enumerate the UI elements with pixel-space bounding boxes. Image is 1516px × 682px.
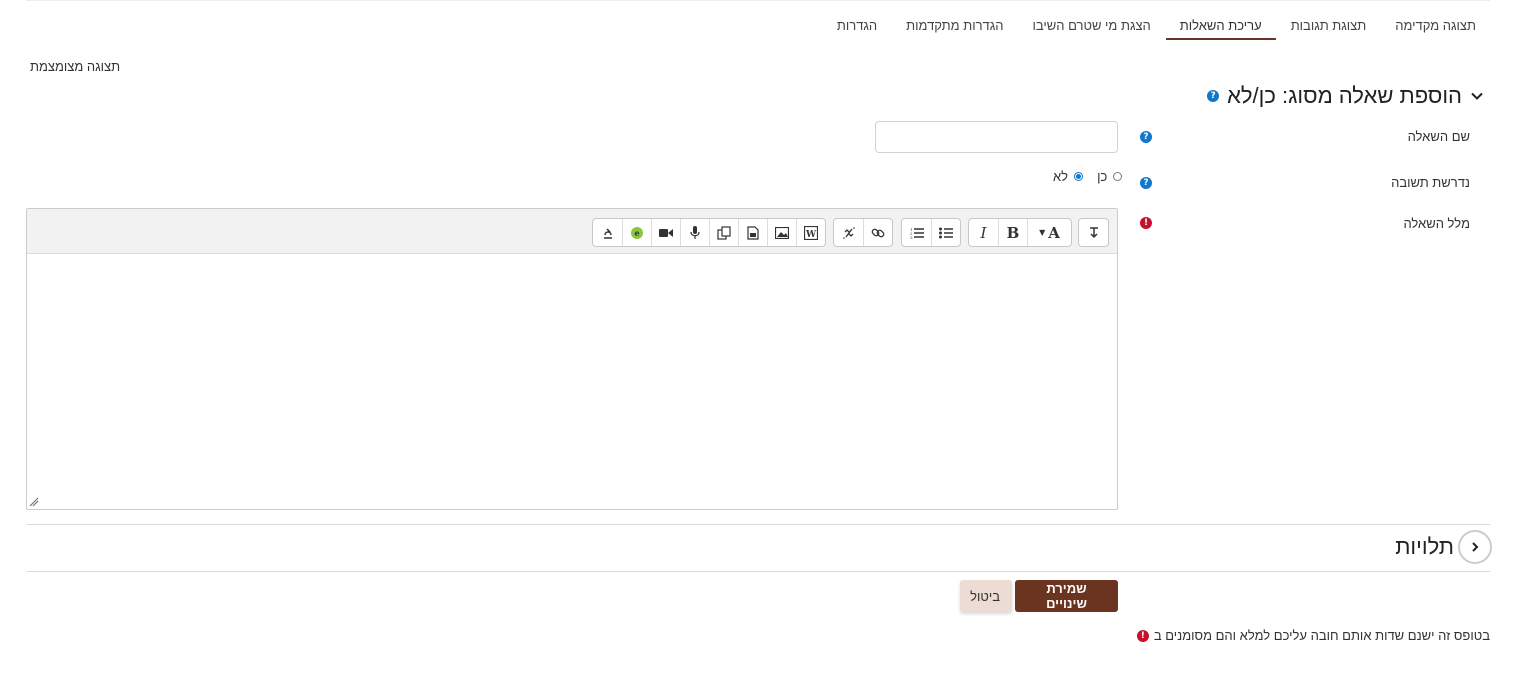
tab-advanced-settings[interactable]: הגדרות מתקדמות — [892, 12, 1017, 40]
question-name-help-icon[interactable]: ? — [1140, 131, 1152, 143]
record-audio-icon[interactable] — [680, 219, 709, 246]
question-help-icon[interactable]: ? — [1207, 90, 1220, 102]
image-icon[interactable] — [767, 219, 796, 246]
compact-view-link[interactable]: תצוגה מצומצמת — [30, 59, 120, 74]
required-note-text: בטופס זה ישנם שדות אותם חובה עליכם למלא … — [1153, 628, 1490, 643]
question-name-label: שם השאלה — [1407, 129, 1470, 144]
toolbar-group-lists: 123 — [901, 218, 961, 247]
word-import-icon[interactable]: W — [796, 219, 825, 246]
editor-toolbar: I B ▼ A 123 e W — [27, 209, 1117, 254]
expand-icon[interactable] — [1079, 219, 1108, 246]
radio-no[interactable] — [1074, 172, 1084, 181]
required-radio-group: כן לא — [1053, 169, 1123, 184]
tab-preview[interactable]: תצוגה מקדימה — [1381, 12, 1490, 40]
manage-files-icon[interactable] — [709, 219, 738, 246]
numbered-list-icon[interactable]: 123 — [902, 219, 931, 246]
divider-bottom — [26, 571, 1490, 572]
question-name-input[interactable] — [875, 121, 1118, 153]
required-field-icon: ! — [1140, 217, 1152, 229]
h5p-icon[interactable]: e — [622, 219, 651, 246]
svg-text:W: W — [805, 230, 817, 240]
required-marker-icon: ! — [1136, 629, 1149, 642]
chevron-down-icon[interactable] — [1470, 89, 1484, 103]
top-divider — [26, 0, 1490, 1]
link-icon[interactable] — [863, 219, 892, 246]
caret-down-icon: ▼ — [1039, 228, 1046, 237]
dependencies-header: תלויות — [1395, 530, 1492, 564]
dependencies-title: תלויות — [1395, 534, 1454, 559]
rich-text-editor: I B ▼ A 123 e W — [26, 208, 1118, 510]
record-video-icon[interactable] — [651, 219, 680, 246]
chevron-right-icon[interactable] — [1458, 530, 1492, 564]
required-label: נדרשת תשובה — [1391, 175, 1470, 190]
tab-bar: תצוגה מקדימה תצוגת תגובות עריכת השאלות ה… — [26, 12, 1490, 40]
section-header: הוספת שאלה מסוג: כן/לא ? — [1207, 83, 1484, 109]
italic-icon[interactable]: I — [969, 219, 998, 246]
unlink-icon[interactable] — [834, 219, 863, 246]
tab-edit-questions[interactable]: עריכת השאלות — [1165, 12, 1276, 40]
svg-text:e: e — [634, 228, 639, 238]
radio-yes[interactable] — [1113, 172, 1123, 181]
radio-yes-label: כן — [1097, 169, 1108, 184]
divider-top — [26, 524, 1490, 525]
accessibility-icon[interactable] — [593, 219, 622, 246]
required-help-icon[interactable]: ? — [1140, 177, 1152, 189]
svg-text:3: 3 — [910, 235, 913, 239]
tab-responses[interactable]: תצוגת תגובות — [1277, 12, 1381, 40]
font-color-icon[interactable]: ▼ A — [1027, 219, 1071, 246]
save-button[interactable]: שמירת שינויים — [1015, 580, 1118, 612]
editor-content-area[interactable] — [27, 254, 1117, 509]
tab-settings[interactable]: הגדרות — [823, 12, 891, 40]
tab-non-respondents[interactable]: הצגת מי שטרם השיבו — [1018, 12, 1164, 40]
toolbar-group-links — [833, 218, 893, 247]
question-text-label: מלל השאלה — [1403, 216, 1470, 231]
toolbar-group-expand — [1078, 218, 1109, 247]
bold-icon[interactable]: B — [998, 219, 1027, 246]
cancel-button[interactable]: ביטול — [960, 580, 1012, 612]
toolbar-group-format: I B ▼ A — [968, 218, 1072, 247]
required-fields-note: בטופס זה ישנם שדות אותם חובה עליכם למלא … — [1136, 628, 1490, 643]
resize-handle-icon[interactable] — [29, 497, 39, 507]
toolbar-group-media: e W — [592, 218, 826, 247]
bullet-list-icon[interactable] — [931, 219, 960, 246]
media-icon[interactable] — [738, 219, 767, 246]
radio-no-label: לא — [1053, 169, 1069, 184]
page-title: הוספת שאלה מסוג: כן/לא — [1227, 83, 1462, 108]
